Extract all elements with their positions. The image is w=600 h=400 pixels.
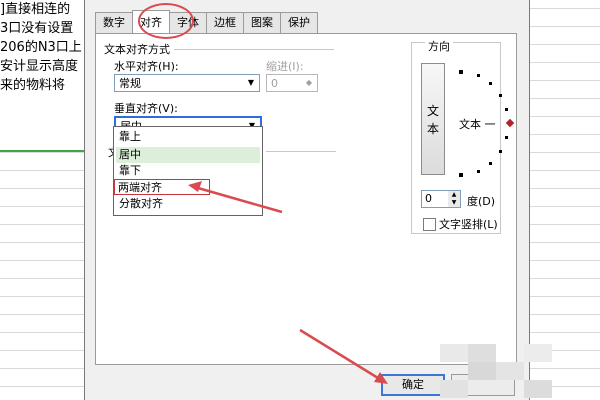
annotation-arrow: [197, 186, 283, 214]
annotation-arrow: [299, 328, 379, 380]
arrow-head-icon: [188, 181, 202, 192]
annotation-arrows: [188, 181, 388, 384]
